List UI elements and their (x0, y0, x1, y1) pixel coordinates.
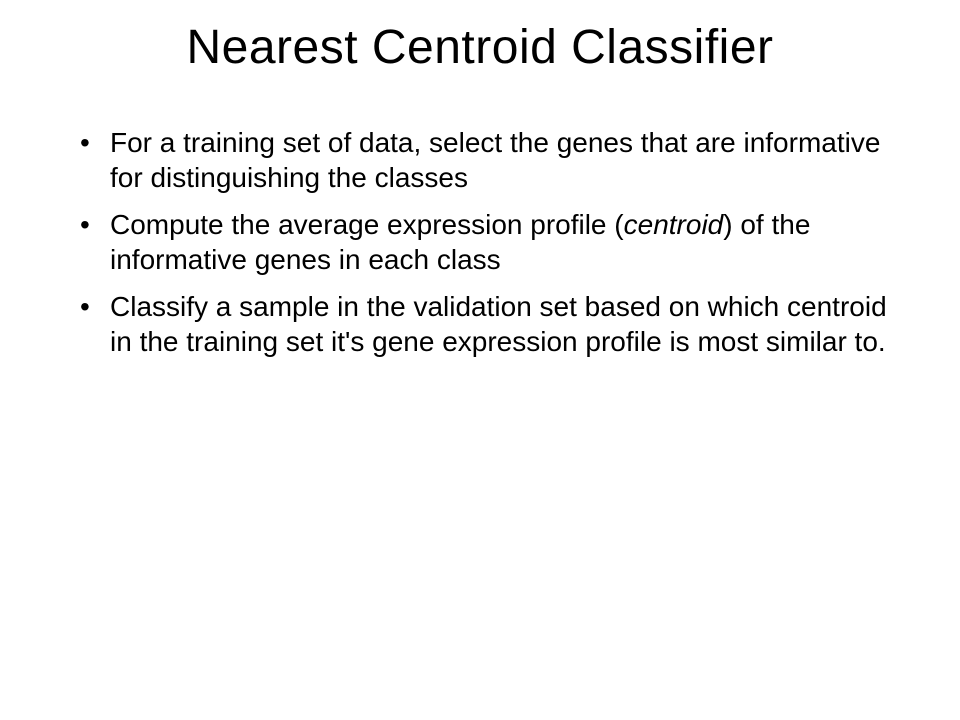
bullet-item: Compute the average expression profile (… (80, 207, 910, 277)
bullet-text: For a training set of data, select the g… (110, 127, 880, 193)
slide-container: Nearest Centroid Classifier For a traini… (0, 0, 960, 720)
bullet-item: For a training set of data, select the g… (80, 125, 910, 195)
bullet-text-prefix: Compute the average expression profile ( (110, 209, 624, 240)
bullet-text: Classify a sample in the validation set … (110, 291, 887, 357)
bullet-item: Classify a sample in the validation set … (80, 289, 910, 359)
bullet-text-italic: centroid (624, 209, 724, 240)
slide-title: Nearest Centroid Classifier (50, 20, 910, 75)
bullet-list: For a training set of data, select the g… (50, 125, 910, 359)
